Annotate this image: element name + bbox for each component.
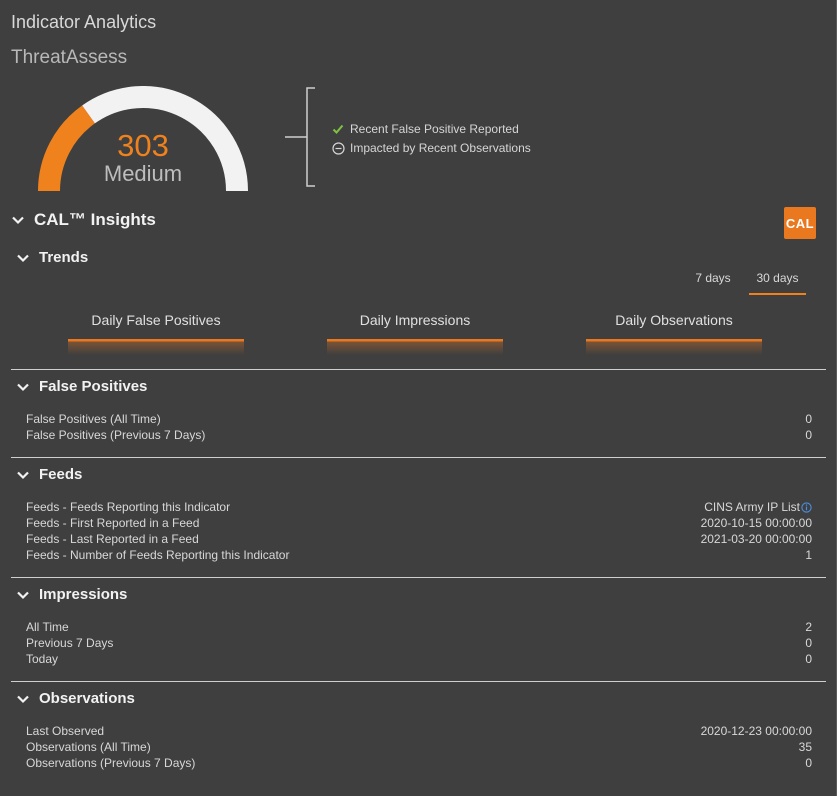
factor-bracket xyxy=(285,87,315,187)
list-item: Feeds - Number of Feeds Reporting this I… xyxy=(26,547,812,563)
list-item: Observations (All Time) 35 xyxy=(26,739,812,755)
list-item: All Time 2 xyxy=(26,619,812,635)
list-item: Feeds - Feeds Reporting this Indicator C… xyxy=(26,499,812,515)
threatassess-title: ThreatAssess xyxy=(11,47,128,68)
list-item: False Positives (All Time) 0 xyxy=(26,411,812,427)
factor-observations: Impacted by Recent Observations xyxy=(331,141,531,155)
row-value: 1 xyxy=(805,548,812,562)
metric-bar-impressions xyxy=(327,339,503,355)
row-value: 0 xyxy=(805,636,812,650)
factor-label: Impacted by Recent Observations xyxy=(350,141,531,155)
observations-header[interactable]: Observations xyxy=(16,690,135,707)
threat-level-label: Medium xyxy=(103,161,183,186)
section-divider xyxy=(11,457,826,458)
row-label: Feeds - First Reported in a Feed xyxy=(26,516,200,530)
row-label: Feeds - Feeds Reporting this Indicator xyxy=(26,500,231,514)
section-divider xyxy=(11,577,826,578)
row-value: 0 xyxy=(805,756,812,770)
list-item: Today 0 xyxy=(26,651,812,667)
feeds-header[interactable]: Feeds xyxy=(16,466,82,483)
row-label: Last Observed xyxy=(26,724,105,738)
threat-score-value: 303 xyxy=(117,128,169,163)
section-divider xyxy=(11,369,826,370)
row-label: False Positives (Previous 7 Days) xyxy=(26,428,206,442)
list-item: Previous 7 Days 0 xyxy=(26,635,812,651)
cal-insights-title: CAL™ Insights xyxy=(34,210,156,229)
factor-label: Recent False Positive Reported xyxy=(350,122,519,136)
row-label: Feeds - Last Reported in a Feed xyxy=(26,532,199,546)
chevron-down-icon xyxy=(17,471,29,479)
false-positives-header[interactable]: False Positives xyxy=(16,378,147,395)
factor-false-positive: Recent False Positive Reported xyxy=(331,122,519,136)
false-positives-title: False Positives xyxy=(39,378,148,395)
row-value: 0 xyxy=(805,428,812,442)
row-label: All Time xyxy=(26,620,69,634)
trends-header[interactable]: Trends xyxy=(16,249,88,266)
impressions-header[interactable]: Impressions xyxy=(16,586,127,603)
feed-name: CINS Army IP List xyxy=(704,500,800,514)
row-label: Observations (All Time) xyxy=(26,740,151,754)
range-tab-7-days[interactable]: 7 days xyxy=(690,271,736,295)
chevron-down-icon xyxy=(17,591,29,599)
row-value: 2021-03-20 00:00:00 xyxy=(700,532,812,546)
observations-title: Observations xyxy=(39,690,135,707)
impressions-title: Impressions xyxy=(39,586,128,603)
metric-bar-false-positives xyxy=(68,339,244,355)
row-label: False Positives (All Time) xyxy=(26,412,161,426)
chevron-down-icon xyxy=(17,254,29,262)
metric-daily-observations[interactable]: Daily Observations xyxy=(586,312,762,328)
metric-bar-observations xyxy=(586,339,762,355)
row-value: 2020-10-15 00:00:00 xyxy=(700,516,812,530)
row-value: 35 xyxy=(798,740,812,754)
metric-daily-false-positives[interactable]: Daily False Positives xyxy=(68,312,244,328)
cal-logo: CAL xyxy=(784,207,816,239)
row-value: 0 xyxy=(805,412,812,426)
metric-daily-impressions[interactable]: Daily Impressions xyxy=(327,312,503,328)
row-value: CINS Army IP List xyxy=(704,500,812,514)
list-item: Feeds - Last Reported in a Feed 2021-03-… xyxy=(26,531,812,547)
feeds-title: Feeds xyxy=(39,466,83,483)
check-icon xyxy=(331,122,345,136)
row-value: 2 xyxy=(805,620,812,634)
list-item: Last Observed 2020-12-23 00:00:00 xyxy=(26,723,812,739)
chevron-down-icon xyxy=(17,695,29,703)
page-title: Indicator Analytics xyxy=(11,12,157,32)
chevron-down-icon xyxy=(12,216,24,225)
row-label: Observations (Previous 7 Days) xyxy=(26,756,196,770)
row-label: Previous 7 Days xyxy=(26,636,114,650)
list-item: False Positives (Previous 7 Days) 0 xyxy=(26,427,812,443)
cal-insights-header[interactable]: CAL™ Insights xyxy=(11,210,156,230)
row-value: 2020-12-23 00:00:00 xyxy=(700,724,812,738)
minus-circle-icon xyxy=(331,141,345,155)
trends-title: Trends xyxy=(39,249,89,266)
list-item: Observations (Previous 7 Days) 0 xyxy=(26,755,812,771)
row-label: Today xyxy=(26,652,59,666)
row-label: Feeds - Number of Feeds Reporting this I… xyxy=(26,548,290,562)
list-item: Feeds - First Reported in a Feed 2020-10… xyxy=(26,515,812,531)
indicator-analytics-panel: Indicator Analytics ThreatAssess 303 Med… xyxy=(0,0,837,796)
range-tab-30-days[interactable]: 30 days xyxy=(749,271,806,295)
info-icon[interactable] xyxy=(801,501,812,513)
row-value: 0 xyxy=(805,652,812,666)
chevron-down-icon xyxy=(17,383,29,391)
section-divider xyxy=(11,681,826,682)
